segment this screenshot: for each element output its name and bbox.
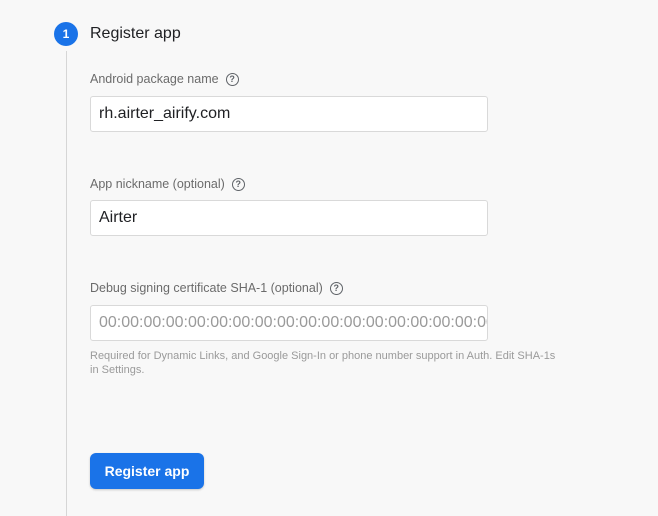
step-number-badge: 1 — [54, 22, 78, 46]
help-circle-icon[interactable]: ? — [231, 177, 245, 191]
nickname-input[interactable] — [90, 200, 488, 236]
help-circle-icon[interactable]: ? — [329, 281, 343, 295]
step-connector-line — [66, 51, 67, 516]
register-app-step: 1 Register app Android package name ? Ap… — [0, 0, 658, 516]
package-name-label-text: Android package name — [90, 72, 219, 86]
package-name-label: Android package name ? — [90, 71, 239, 87]
step-title: Register app — [90, 25, 181, 42]
sha1-hint: Required for Dynamic Links, and Google S… — [90, 350, 556, 376]
sha1-label-text: Debug signing certificate SHA-1 (optiona… — [90, 281, 323, 295]
sha1-input[interactable] — [90, 305, 488, 341]
nickname-label: App nickname (optional) ? — [90, 176, 245, 192]
sha1-label: Debug signing certificate SHA-1 (optiona… — [90, 280, 343, 296]
help-circle-icon[interactable]: ? — [225, 72, 239, 86]
register-app-button[interactable]: Register app — [90, 453, 204, 489]
package-name-input[interactable] — [90, 96, 488, 132]
nickname-label-text: App nickname (optional) — [90, 177, 225, 191]
